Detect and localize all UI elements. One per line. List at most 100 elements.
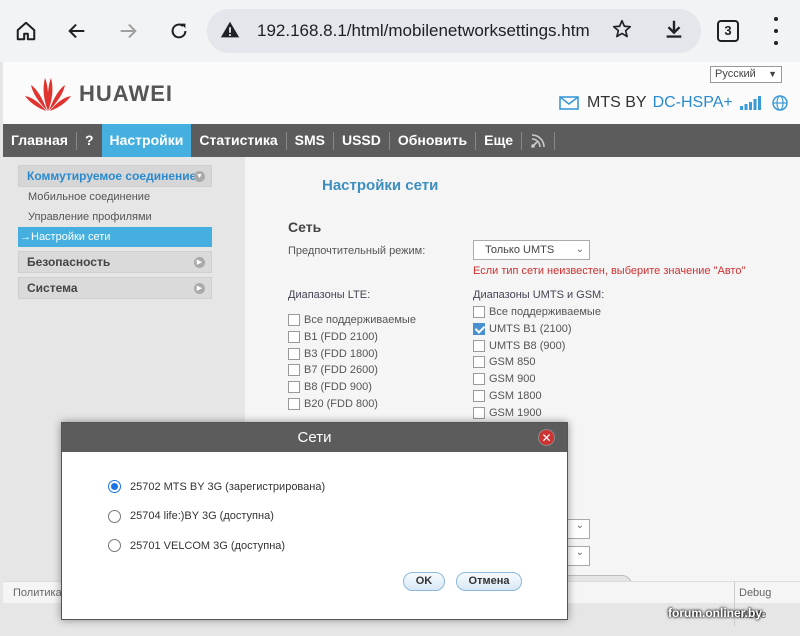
sidebar-item-label: Настройки сети: [31, 231, 111, 243]
checkbox-label: UMTS B1 (2100): [489, 322, 572, 335]
checkbox-label: GSM 900: [489, 373, 536, 386]
privacy-policy-link[interactable]: Политика: [13, 582, 62, 604]
chevron-down-icon: ▼: [768, 69, 777, 79]
network-option[interactable]: 25704 life:)BY 3G (доступна): [108, 509, 274, 523]
close-icon[interactable]: ✕: [538, 429, 555, 446]
mode-label: Предпочтительный режим:: [288, 245, 426, 257]
nav-update[interactable]: Обновить: [390, 124, 475, 157]
checkbox-label: B8 (FDD 900): [304, 381, 372, 394]
sidebar-group-dialup[interactable]: Коммутируемое соединение ▼: [18, 165, 212, 187]
huawei-flower-icon: [25, 78, 71, 111]
checkbox-label: B1 (FDD 2100): [304, 330, 378, 343]
nav-sms[interactable]: SMS: [287, 124, 333, 157]
nav-satellite-icon[interactable]: [522, 124, 554, 157]
connection-status: MTS BY DC-HSPA+: [559, 94, 789, 112]
nav-divider: [554, 131, 556, 150]
nav-home[interactable]: Главная: [3, 124, 76, 157]
sidebar-group-system[interactable]: Система ▶: [18, 277, 212, 299]
sidebar-item-mobile-connection[interactable]: Мобильное соединение: [18, 187, 212, 207]
lte-band-row[interactable]: B20 (FDD 800): [288, 397, 378, 411]
sms-envelope-icon[interactable]: [559, 96, 579, 110]
checkbox[interactable]: [473, 356, 485, 369]
checkbox-label: Все поддерживаемые: [304, 314, 416, 326]
browser-toolbar: 192.168.8.1/html/mobilenetworksettings.h…: [0, 0, 800, 62]
umts-band-row[interactable]: UMTS B1 (2100): [473, 322, 572, 336]
expand-icon: ▶: [194, 283, 205, 294]
chevron-down-icon: ⌄: [575, 520, 584, 531]
warning-icon[interactable]: [219, 19, 241, 46]
lte-band-row[interactable]: B7 (FDD 2600): [288, 363, 378, 377]
globe-icon: [771, 95, 788, 111]
nav-more[interactable]: Еще: [476, 124, 521, 157]
radio-button[interactable]: [108, 509, 121, 523]
umts-band-row[interactable]: GSM 1800: [473, 389, 542, 403]
sidebar-group-security[interactable]: Безопасность ▶: [18, 251, 212, 273]
menu-kebab-icon[interactable]: [772, 17, 780, 45]
checkbox[interactable]: [288, 330, 300, 343]
umts-band-row[interactable]: GSM 900: [473, 372, 535, 386]
url-text[interactable]: 192.168.8.1/html/mobilenetworksettings.h…: [257, 21, 590, 41]
umts-band-row[interactable]: Все поддерживаемые: [473, 305, 601, 319]
radio-button[interactable]: [108, 539, 121, 552]
download-icon[interactable]: [663, 18, 685, 45]
network-label: 25701 VELCOM 3G (доступна): [130, 539, 286, 552]
bookmark-star-icon[interactable]: [611, 18, 633, 45]
collapse-icon: ▼: [194, 171, 205, 182]
address-bar[interactable]: 192.168.8.1/html/mobilenetworksettings.h…: [207, 9, 701, 53]
back-icon[interactable]: [57, 11, 97, 51]
checkbox-label: GSM 850: [489, 356, 536, 369]
checkbox-label: B3 (FDD 1800): [304, 347, 378, 360]
checkbox[interactable]: [473, 339, 485, 352]
checkbox-label: GSM 1900: [489, 406, 542, 419]
chevron-down-icon: ⌄: [575, 244, 584, 255]
checkbox[interactable]: [288, 364, 300, 377]
lte-band-row[interactable]: Все поддерживаемые: [288, 313, 416, 327]
checkbox[interactable]: [473, 322, 485, 335]
nav-ussd[interactable]: USSD: [334, 124, 389, 157]
network-option[interactable]: 25701 VELCOM 3G (доступна): [108, 539, 285, 552]
checkbox[interactable]: [473, 406, 485, 419]
ok-button[interactable]: OK: [403, 572, 445, 591]
home-icon[interactable]: [6, 11, 46, 51]
nav-statistics[interactable]: Статистика: [191, 124, 285, 157]
checkbox[interactable]: [288, 381, 300, 394]
sidebar: Коммутируемое соединение ▼ Мобильное сое…: [18, 165, 212, 303]
reload-icon[interactable]: [159, 11, 199, 51]
main-nav: Главная ? Настройки Статистика SMS USSD …: [3, 124, 800, 157]
nav-settings[interactable]: Настройки: [101, 124, 192, 157]
dialog-header: Сети ✕: [62, 423, 567, 452]
umts-band-row[interactable]: GSM 850: [473, 355, 535, 369]
mode-select[interactable]: Только UMTS ⌄: [473, 240, 590, 260]
network-option[interactable]: 25702 MTS BY 3G (зарегистрирована): [108, 480, 325, 493]
radio-button[interactable]: [108, 480, 121, 493]
cancel-button[interactable]: Отмена: [456, 572, 522, 591]
nav-help[interactable]: ?: [77, 124, 102, 157]
lte-band-row[interactable]: B8 (FDD 900): [288, 380, 372, 394]
page-title: Настройки сети: [322, 177, 439, 194]
checkbox[interactable]: [473, 390, 485, 402]
checkbox-label: Все поддерживаемые: [489, 306, 601, 318]
tab-switcher-button[interactable]: 3: [717, 20, 739, 42]
checkbox[interactable]: [473, 373, 485, 386]
lte-band-row[interactable]: B3 (FDD 1800): [288, 347, 378, 361]
umts-band-row[interactable]: GSM 1900: [473, 406, 542, 420]
sidebar-group-label: Система: [27, 281, 78, 295]
lte-band-row[interactable]: B1 (FDD 2100): [288, 330, 378, 344]
checkbox[interactable]: [288, 398, 300, 410]
watermark: forum.onliner.by: [668, 606, 763, 620]
network-type: DC-HSPA+: [652, 94, 733, 111]
checkbox[interactable]: [288, 347, 300, 360]
huawei-logo: HUAWEI: [23, 75, 173, 113]
sidebar-group-label: Безопасность: [27, 255, 111, 269]
sidebar-item-profile-management[interactable]: Управление профилями: [18, 207, 212, 227]
forward-icon[interactable]: [108, 11, 148, 51]
checkbox[interactable]: [288, 314, 300, 326]
checkbox-label: B20 (FDD 800): [304, 398, 378, 410]
sidebar-item-network-settings[interactable]: →Настройки сети: [18, 227, 212, 247]
network-label: 25704 life:)BY 3G (доступна): [130, 510, 274, 522]
checkbox[interactable]: [473, 306, 485, 318]
language-select[interactable]: Русский ▼: [710, 66, 782, 83]
operator-name: MTS BY: [587, 94, 647, 111]
checkbox-label: B7 (FDD 2600): [304, 364, 378, 377]
umts-band-row[interactable]: UMTS B8 (900): [473, 339, 565, 353]
